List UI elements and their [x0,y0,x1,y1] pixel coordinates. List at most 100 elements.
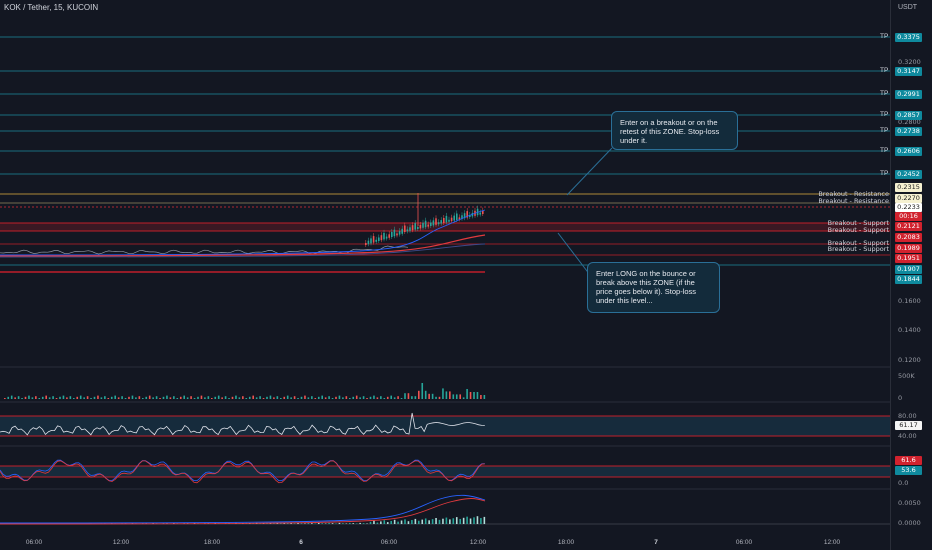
volume-bar [41,396,44,399]
volume-bar [273,397,275,399]
price-tag[interactable]: 0.3375 [895,33,922,42]
volume-bar [349,398,351,399]
macd-bar [435,518,437,524]
volume-bar [35,396,37,399]
volume-bar [204,397,206,399]
callout-breakout-zone[interactable]: Enter on a breakout or on the retest of … [611,111,738,150]
macd-bar [390,520,392,524]
volume-bar [269,395,272,399]
volume-bar [428,393,430,399]
volume-bar [117,397,120,399]
volume-bar [7,396,10,399]
macd-bar [386,522,389,524]
tp-label: TP [880,147,889,154]
support-zone [0,223,890,231]
macd-bar [455,517,458,524]
price-tag[interactable]: 0.1844 [895,275,922,284]
volume-bar [380,396,382,399]
chart-canvas[interactable] [0,0,932,550]
stoch-tag[interactable]: 53.6 [895,466,922,475]
volume-bar [311,396,313,399]
callout-support-zone[interactable]: Enter LONG on the bounce or break above … [587,262,720,313]
volume-bar [390,395,392,399]
price-tag[interactable]: 0.1907 [895,265,922,274]
price-tag[interactable]: 0.2121 [895,222,922,231]
volume-bar [93,396,96,399]
rsi-current-tag[interactable]: 61.17 [895,421,922,430]
price-tag[interactable]: 00:16 [895,212,922,221]
volume-bar [328,396,330,399]
volume-bar [135,397,137,399]
volume-bar [228,398,230,399]
tp-label: TP [880,127,889,134]
volume-bar [255,397,258,399]
stoch-tag[interactable]: 61.6 [895,456,922,465]
price-tag[interactable]: 0.2233 [895,203,922,212]
volume-bar [300,396,303,399]
macd-bar [376,522,379,524]
volume-bar [221,397,223,399]
price-tag[interactable]: 0.2857 [895,111,922,120]
macd-bar [355,523,358,524]
macd-bar [411,520,413,524]
volume-bar [28,395,30,399]
macd-bar [369,521,372,524]
volume-bar [100,397,103,399]
macd-bar [421,519,424,524]
resistance-label: Breakout - Resistance [818,197,889,205]
price-tag[interactable]: 0.2738 [895,127,922,136]
volume-bar [407,393,410,399]
volume-bar [86,396,89,399]
volume-bar [438,396,441,399]
price-tag[interactable]: 0.2315 [895,183,922,192]
volume-bar [152,397,154,399]
volume-bar [90,398,92,399]
volume-bar [293,396,296,399]
price-tag[interactable]: 0.3147 [895,67,922,76]
volume-bar [376,397,379,399]
volume-bar [469,392,472,399]
callout-pointer [566,147,613,196]
volume-bar [121,396,123,399]
price-tag[interactable]: 0.1951 [895,254,922,263]
macd-bar [438,519,441,524]
time-axis-label: 12:00 [823,539,841,546]
chart-stage[interactable] [0,0,932,550]
time-axis-label: 7 [654,539,658,546]
volume-bar [359,397,361,399]
price-tag[interactable]: 0.2270 [895,194,922,203]
price-tag[interactable]: 0.2606 [895,147,922,156]
volume-bar [217,395,220,399]
volume-bar [183,395,185,399]
volume-bar [214,396,217,399]
volume-bar [166,395,168,399]
symbol-title[interactable]: KOK / Tether, 15, KUCOIN [4,3,98,12]
price-tag[interactable]: 0.2991 [895,90,922,99]
volume-bar [449,391,451,399]
volume-bar [418,390,420,399]
volume-bar [10,395,13,399]
volume-bar [131,395,134,399]
volume-bar [169,397,172,399]
volume-bar [73,398,75,399]
rsi-axis-label: 40.00 [898,432,917,440]
macd-bar [397,521,399,524]
macd-bar [380,521,382,524]
volume-bar [104,396,106,399]
macd-bar [373,520,375,524]
price-tag[interactable]: 0.2452 [895,170,922,179]
tp-label: TP [880,33,889,40]
volume-bar [83,397,85,399]
macd-bar [483,516,486,524]
price-tag[interactable]: 0.2083 [895,233,922,242]
price-tag[interactable]: 0.1989 [895,244,922,253]
macd-axis-label: 0.0050 [898,499,921,507]
volume-bar [186,397,189,399]
volume-bar [224,396,227,399]
time-axis-label: 6 [299,539,303,546]
support-label: Breakout - Support [827,245,889,253]
volume-bar [110,396,113,399]
volume-bar [179,396,182,399]
volume-bar [55,398,58,399]
macd-bar [442,518,444,524]
